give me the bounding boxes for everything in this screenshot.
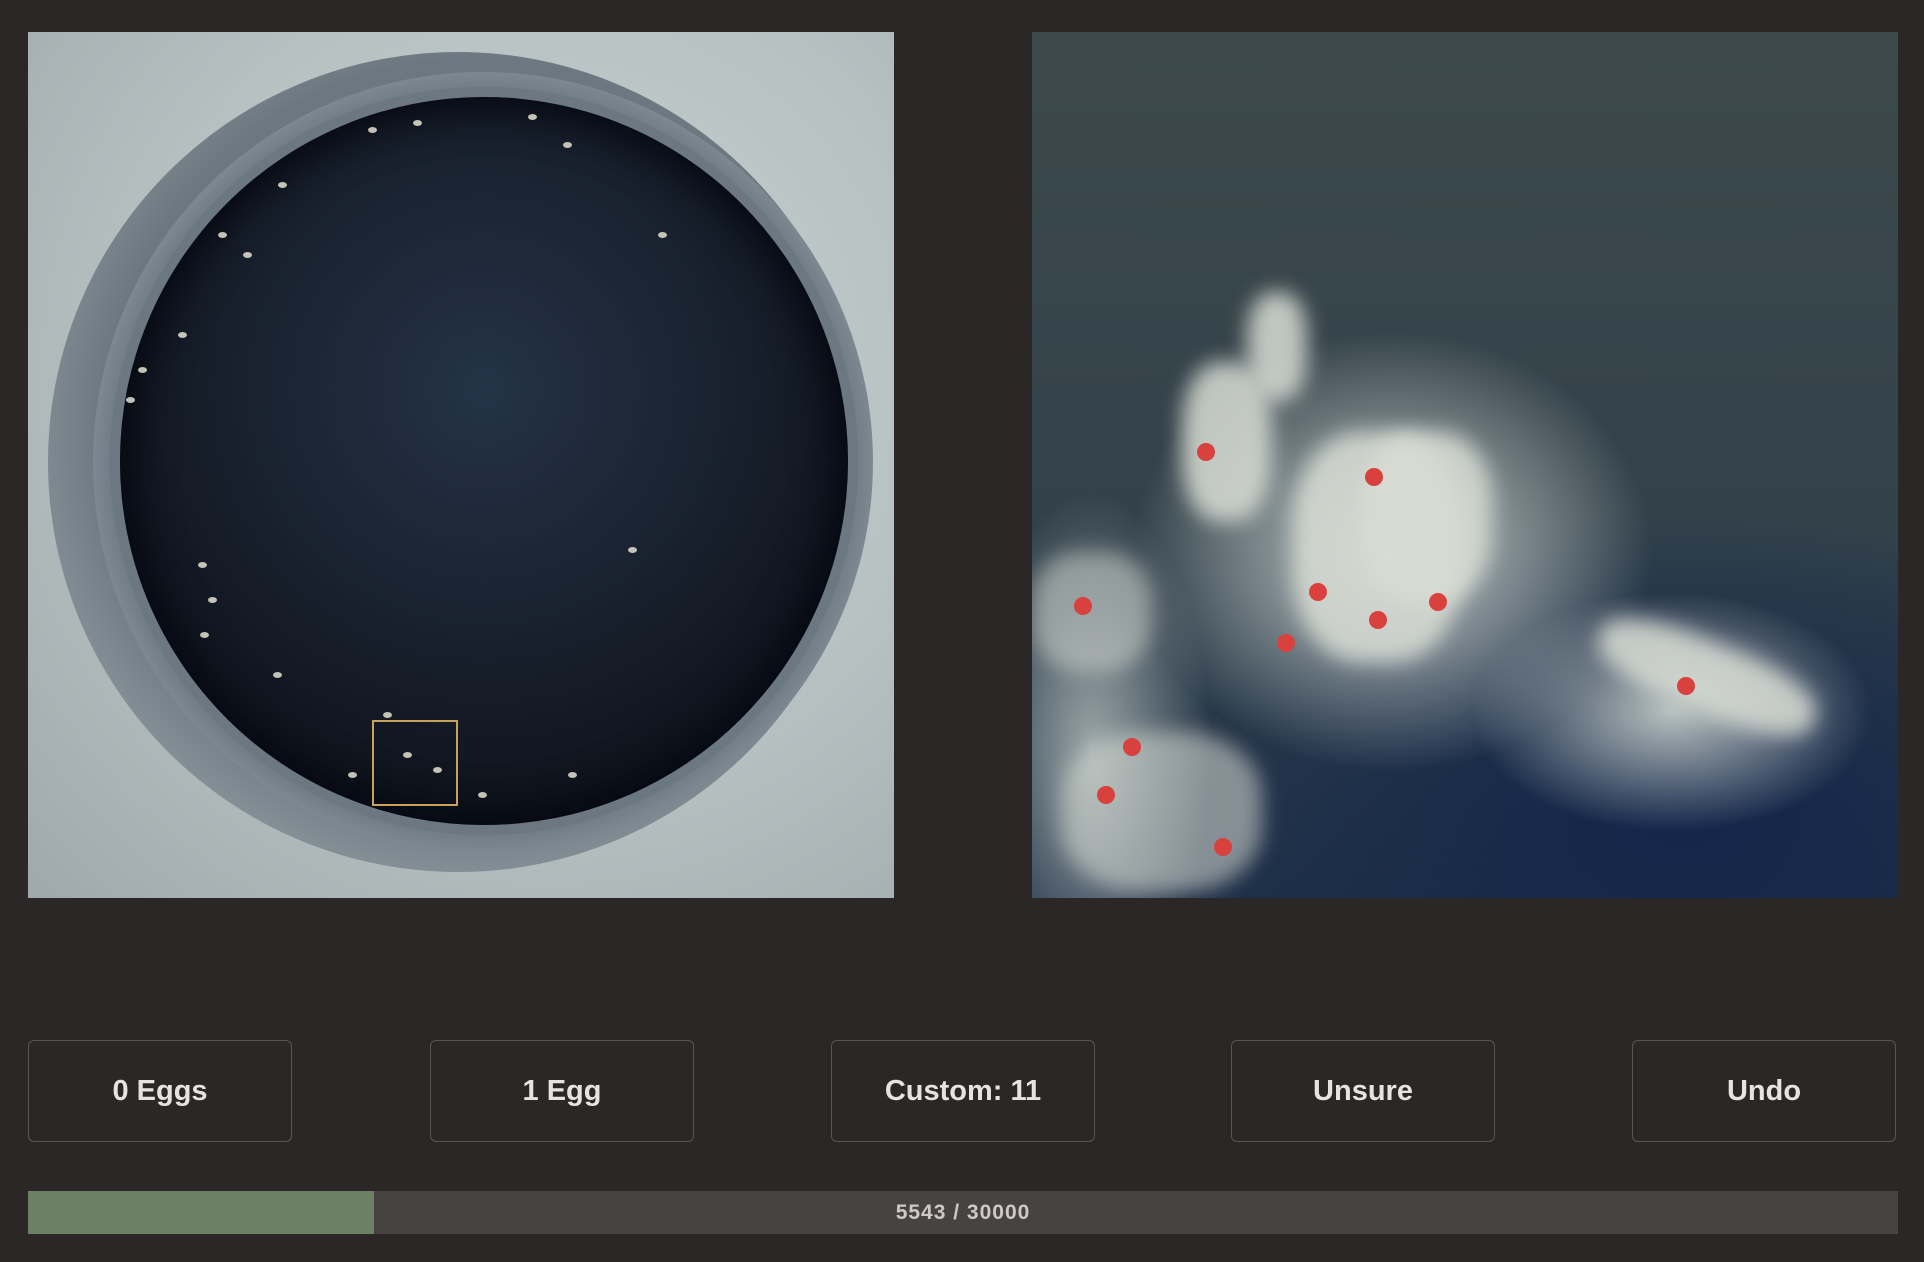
egg-marker[interactable] <box>1097 786 1115 804</box>
well-image[interactable] <box>28 32 894 898</box>
egg-marker[interactable] <box>1074 597 1092 615</box>
egg-blob <box>1362 432 1492 602</box>
egg-speck <box>368 127 377 133</box>
well-interior <box>120 97 848 825</box>
progress-bar: 5543 / 30000 <box>28 1191 1898 1234</box>
egg-marker[interactable] <box>1309 583 1327 601</box>
egg-speck <box>198 562 207 568</box>
egg-blob <box>1032 552 1152 672</box>
egg-marker[interactable] <box>1429 593 1447 611</box>
egg-speck <box>478 792 487 798</box>
egg-marker[interactable] <box>1197 443 1215 461</box>
zoomed-region-image[interactable] <box>1032 32 1898 898</box>
egg-speck <box>243 252 252 258</box>
egg-speck <box>528 114 537 120</box>
label-button-row: 0 Eggs 1 Egg Custom: 11 Unsure Undo <box>28 1040 1898 1142</box>
egg-blob <box>1247 292 1307 402</box>
egg-speck <box>568 772 577 778</box>
egg-marker[interactable] <box>1277 634 1295 652</box>
egg-speck <box>658 232 667 238</box>
egg-marker[interactable] <box>1369 611 1387 629</box>
egg-speck <box>563 142 572 148</box>
egg-speck <box>628 547 637 553</box>
egg-blob <box>1062 732 1262 892</box>
egg-speck <box>348 772 357 778</box>
egg-marker[interactable] <box>1214 838 1232 856</box>
egg-speck <box>126 397 135 403</box>
egg-blob <box>1587 601 1827 753</box>
unsure-button[interactable]: Unsure <box>1231 1040 1495 1142</box>
egg-speck <box>138 367 147 373</box>
egg-marker[interactable] <box>1123 738 1141 756</box>
custom-count-button[interactable]: Custom: 11 <box>831 1040 1095 1142</box>
egg-speck <box>218 232 227 238</box>
progress-text: 5543 / 30000 <box>895 1200 1031 1224</box>
zero-eggs-button[interactable]: 0 Eggs <box>28 1040 292 1142</box>
egg-speck <box>178 332 187 338</box>
one-egg-button[interactable]: 1 Egg <box>430 1040 694 1142</box>
egg-speck <box>278 182 287 188</box>
egg-speck <box>200 632 209 638</box>
egg-speck <box>413 120 422 126</box>
egg-speck <box>208 597 217 603</box>
egg-speck <box>383 712 392 718</box>
egg-marker[interactable] <box>1365 468 1383 486</box>
undo-button[interactable]: Undo <box>1632 1040 1896 1142</box>
egg-marker[interactable] <box>1677 677 1695 695</box>
selection-box[interactable] <box>372 720 458 806</box>
egg-speck <box>273 672 282 678</box>
